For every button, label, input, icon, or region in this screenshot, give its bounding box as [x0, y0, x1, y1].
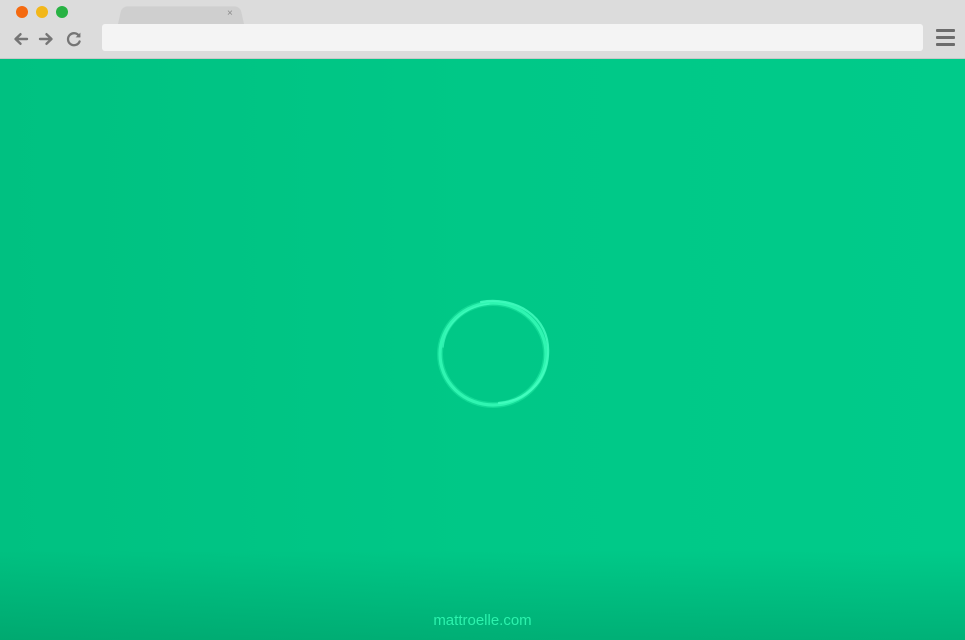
browser-chrome: ×	[0, 0, 965, 59]
window-minimize-button[interactable]	[36, 6, 48, 18]
window-close-button[interactable]	[16, 6, 28, 18]
arrow-left-icon	[14, 33, 29, 45]
browser-tab[interactable]	[118, 6, 244, 25]
hamburger-menu-icon	[936, 29, 955, 32]
arrow-right-icon	[38, 33, 53, 45]
back-button[interactable]	[11, 29, 31, 49]
address-bar[interactable]	[102, 24, 923, 51]
footer-site-link[interactable]: mattroelle.com	[0, 612, 965, 629]
forward-button[interactable]	[36, 29, 56, 49]
page-viewport: mattroelle.com	[0, 59, 965, 640]
browser-menu-button[interactable]	[936, 29, 955, 47]
tab-close-icon[interactable]: ×	[227, 8, 233, 20]
reload-icon	[66, 32, 81, 47]
reload-button[interactable]	[64, 29, 84, 49]
window-maximize-button[interactable]	[56, 6, 68, 18]
loading-spinner-icon	[437, 299, 550, 408]
browser-window: × mattroelle.com	[0, 0, 965, 640]
